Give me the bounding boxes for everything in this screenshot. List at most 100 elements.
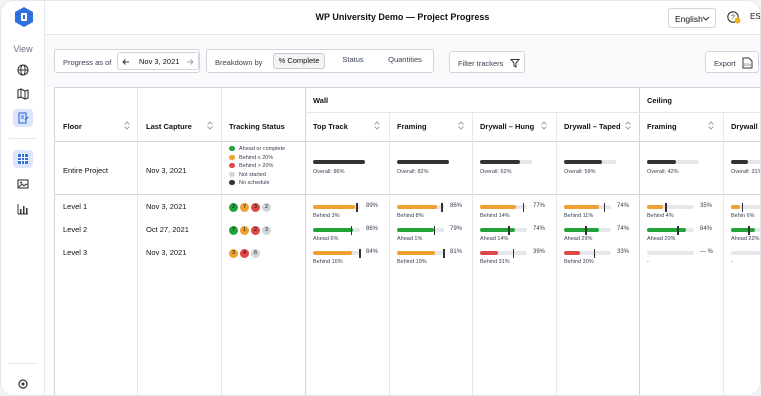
sort-icon[interactable] [541, 121, 547, 130]
col-header-last-capture[interactable]: Last Capture [146, 122, 192, 131]
overall-percent: Overall: 31% [731, 169, 761, 175]
schedule-marker [603, 202, 606, 212]
document-edit-icon[interactable] [13, 109, 33, 127]
tracker-percent: 35% [700, 203, 713, 209]
tracker-variance: Behind 30% [564, 259, 594, 265]
status-count-dot[interactable]: 2 [251, 226, 260, 235]
tracker-header[interactable]: Drywall – Hung [480, 122, 534, 131]
tracker-variance: Ahead 20% [647, 236, 676, 242]
tracker-variance: Behind 4% [647, 213, 674, 219]
tracker-progress-bar[interactable] [647, 225, 694, 235]
date-picker[interactable]: Nov 3, 2021 [117, 52, 199, 70]
status-count-dot[interactable]: 2 [229, 203, 238, 212]
overall-progress-fill [564, 160, 602, 164]
sort-icon[interactable] [374, 121, 380, 130]
status-count-dot[interactable]: 7 [229, 226, 238, 235]
tracker-progress-bar[interactable] [397, 225, 444, 235]
sort-icon[interactable] [625, 121, 631, 130]
status-count-dot[interactable]: 4 [240, 249, 249, 258]
status-count-dot[interactable]: 3 [251, 203, 260, 212]
tracker-variance: Behind 14% [480, 213, 510, 219]
tracker-header[interactable]: Drywall – [731, 122, 760, 131]
tracker-percent: 33% [617, 249, 630, 255]
legend-label: Behind ≤ 20% [239, 154, 274, 161]
tracker-progress-bar[interactable] [647, 251, 694, 255]
sort-icon[interactable] [708, 121, 714, 130]
tracker-percent: 84% [366, 249, 379, 255]
progress-table: Wall Ceiling Floor Last Capture Tracking… [54, 87, 761, 395]
legend-item: Behind ≤ 20% [229, 155, 273, 161]
language-value: English [675, 14, 703, 24]
tracker-progress-bar[interactable] [564, 202, 611, 212]
image-gallery-icon[interactable] [13, 175, 33, 193]
progress-date-group: Progress as of Nov 3, 2021 [54, 49, 200, 73]
status-count-dot[interactable]: 3 [229, 249, 238, 258]
tracker-progress-bar[interactable] [397, 248, 445, 258]
legend-label: No schedule [239, 180, 270, 186]
settings-icon[interactable] [13, 375, 33, 393]
tracker-progress-bar[interactable] [564, 225, 611, 235]
bar-chart-icon[interactable] [13, 200, 33, 218]
sort-icon[interactable] [124, 121, 130, 130]
user-avatar[interactable]: ES [750, 12, 760, 21]
tracker-progress-bar[interactable] [731, 251, 760, 255]
overall-percent: Overall: 86% [313, 169, 345, 175]
app-logo-icon[interactable] [15, 7, 33, 27]
schedule-marker [585, 225, 587, 235]
legend-item: Not started [229, 172, 266, 178]
sort-icon[interactable] [207, 121, 213, 130]
overall-progress-bar [564, 160, 616, 164]
status-count-dot[interactable]: 1 [240, 226, 249, 235]
globe-icon[interactable] [13, 61, 33, 79]
help-icon[interactable]: ? [727, 10, 741, 24]
row-last-capture: Nov 3, 2021 [146, 248, 187, 257]
table-grid-icon[interactable] [13, 150, 33, 168]
tracker-progress-fill [313, 205, 355, 209]
legend-item: Behind > 20% [229, 163, 273, 169]
language-select[interactable]: English [668, 8, 716, 28]
status-count-dot[interactable]: 3 [262, 226, 271, 235]
tracker-progress-bar[interactable] [480, 248, 527, 258]
status-count-dot[interactable]: 2 [262, 203, 271, 212]
tracker-progress-bar[interactable] [313, 248, 361, 258]
tracker-progress-bar[interactable] [480, 202, 527, 212]
legend-swatch [229, 163, 235, 169]
breakdown-option-status[interactable]: Status [329, 53, 377, 69]
sort-icon[interactable] [458, 121, 464, 130]
row-floor: Level 1 [63, 202, 88, 211]
svg-text:CSV: CSV [744, 63, 752, 67]
breakdown-option-quantities[interactable]: Quantities [381, 53, 429, 69]
tracker-progress-fill [647, 228, 687, 232]
tracker-progress-bar[interactable] [313, 225, 360, 235]
arrow-left-icon[interactable] [122, 58, 130, 66]
filter-trackers-button[interactable]: Filter trackers [449, 51, 525, 73]
export-button[interactable]: Export CSV [705, 51, 759, 73]
map-icon[interactable] [13, 85, 33, 103]
status-count-dot[interactable]: 7 [240, 203, 249, 212]
col-header-floor[interactable]: Floor [63, 122, 82, 131]
tracker-percent: 84% [700, 226, 713, 232]
tracker-header[interactable]: Framing [647, 122, 677, 131]
tracker-percent: 89% [366, 203, 379, 209]
col-header-tracking-status[interactable]: Tracking Status [229, 122, 285, 131]
tracker-progress-bar[interactable] [731, 225, 760, 235]
tracker-progress-bar[interactable] [731, 202, 760, 212]
arrow-right-icon[interactable] [186, 58, 194, 66]
tracker-progress-bar[interactable] [397, 202, 444, 212]
tracker-progress-bar[interactable] [564, 248, 611, 258]
tracker-progress-bar[interactable] [647, 202, 694, 212]
tracker-progress-fill [480, 251, 499, 255]
tracker-progress-bar[interactable] [313, 202, 360, 212]
tracker-header[interactable]: Framing [397, 122, 427, 131]
row-capture-entire-project: Nov 3, 2021 [146, 166, 187, 175]
tracker-header[interactable]: Top Track [313, 122, 348, 131]
overall-progress-bar [480, 160, 532, 164]
tracker-progress-fill [397, 205, 438, 209]
status-count-dot[interactable]: 6 [251, 249, 260, 258]
overall-progress-bar [647, 160, 699, 164]
breakdown-option-complete[interactable]: % Complete [273, 53, 325, 69]
tracker-progress-bar[interactable] [480, 225, 527, 235]
tracker-header[interactable]: Drywall – Taped [564, 122, 621, 131]
column-divider [472, 113, 473, 395]
tracker-percent: 39% [533, 249, 546, 255]
